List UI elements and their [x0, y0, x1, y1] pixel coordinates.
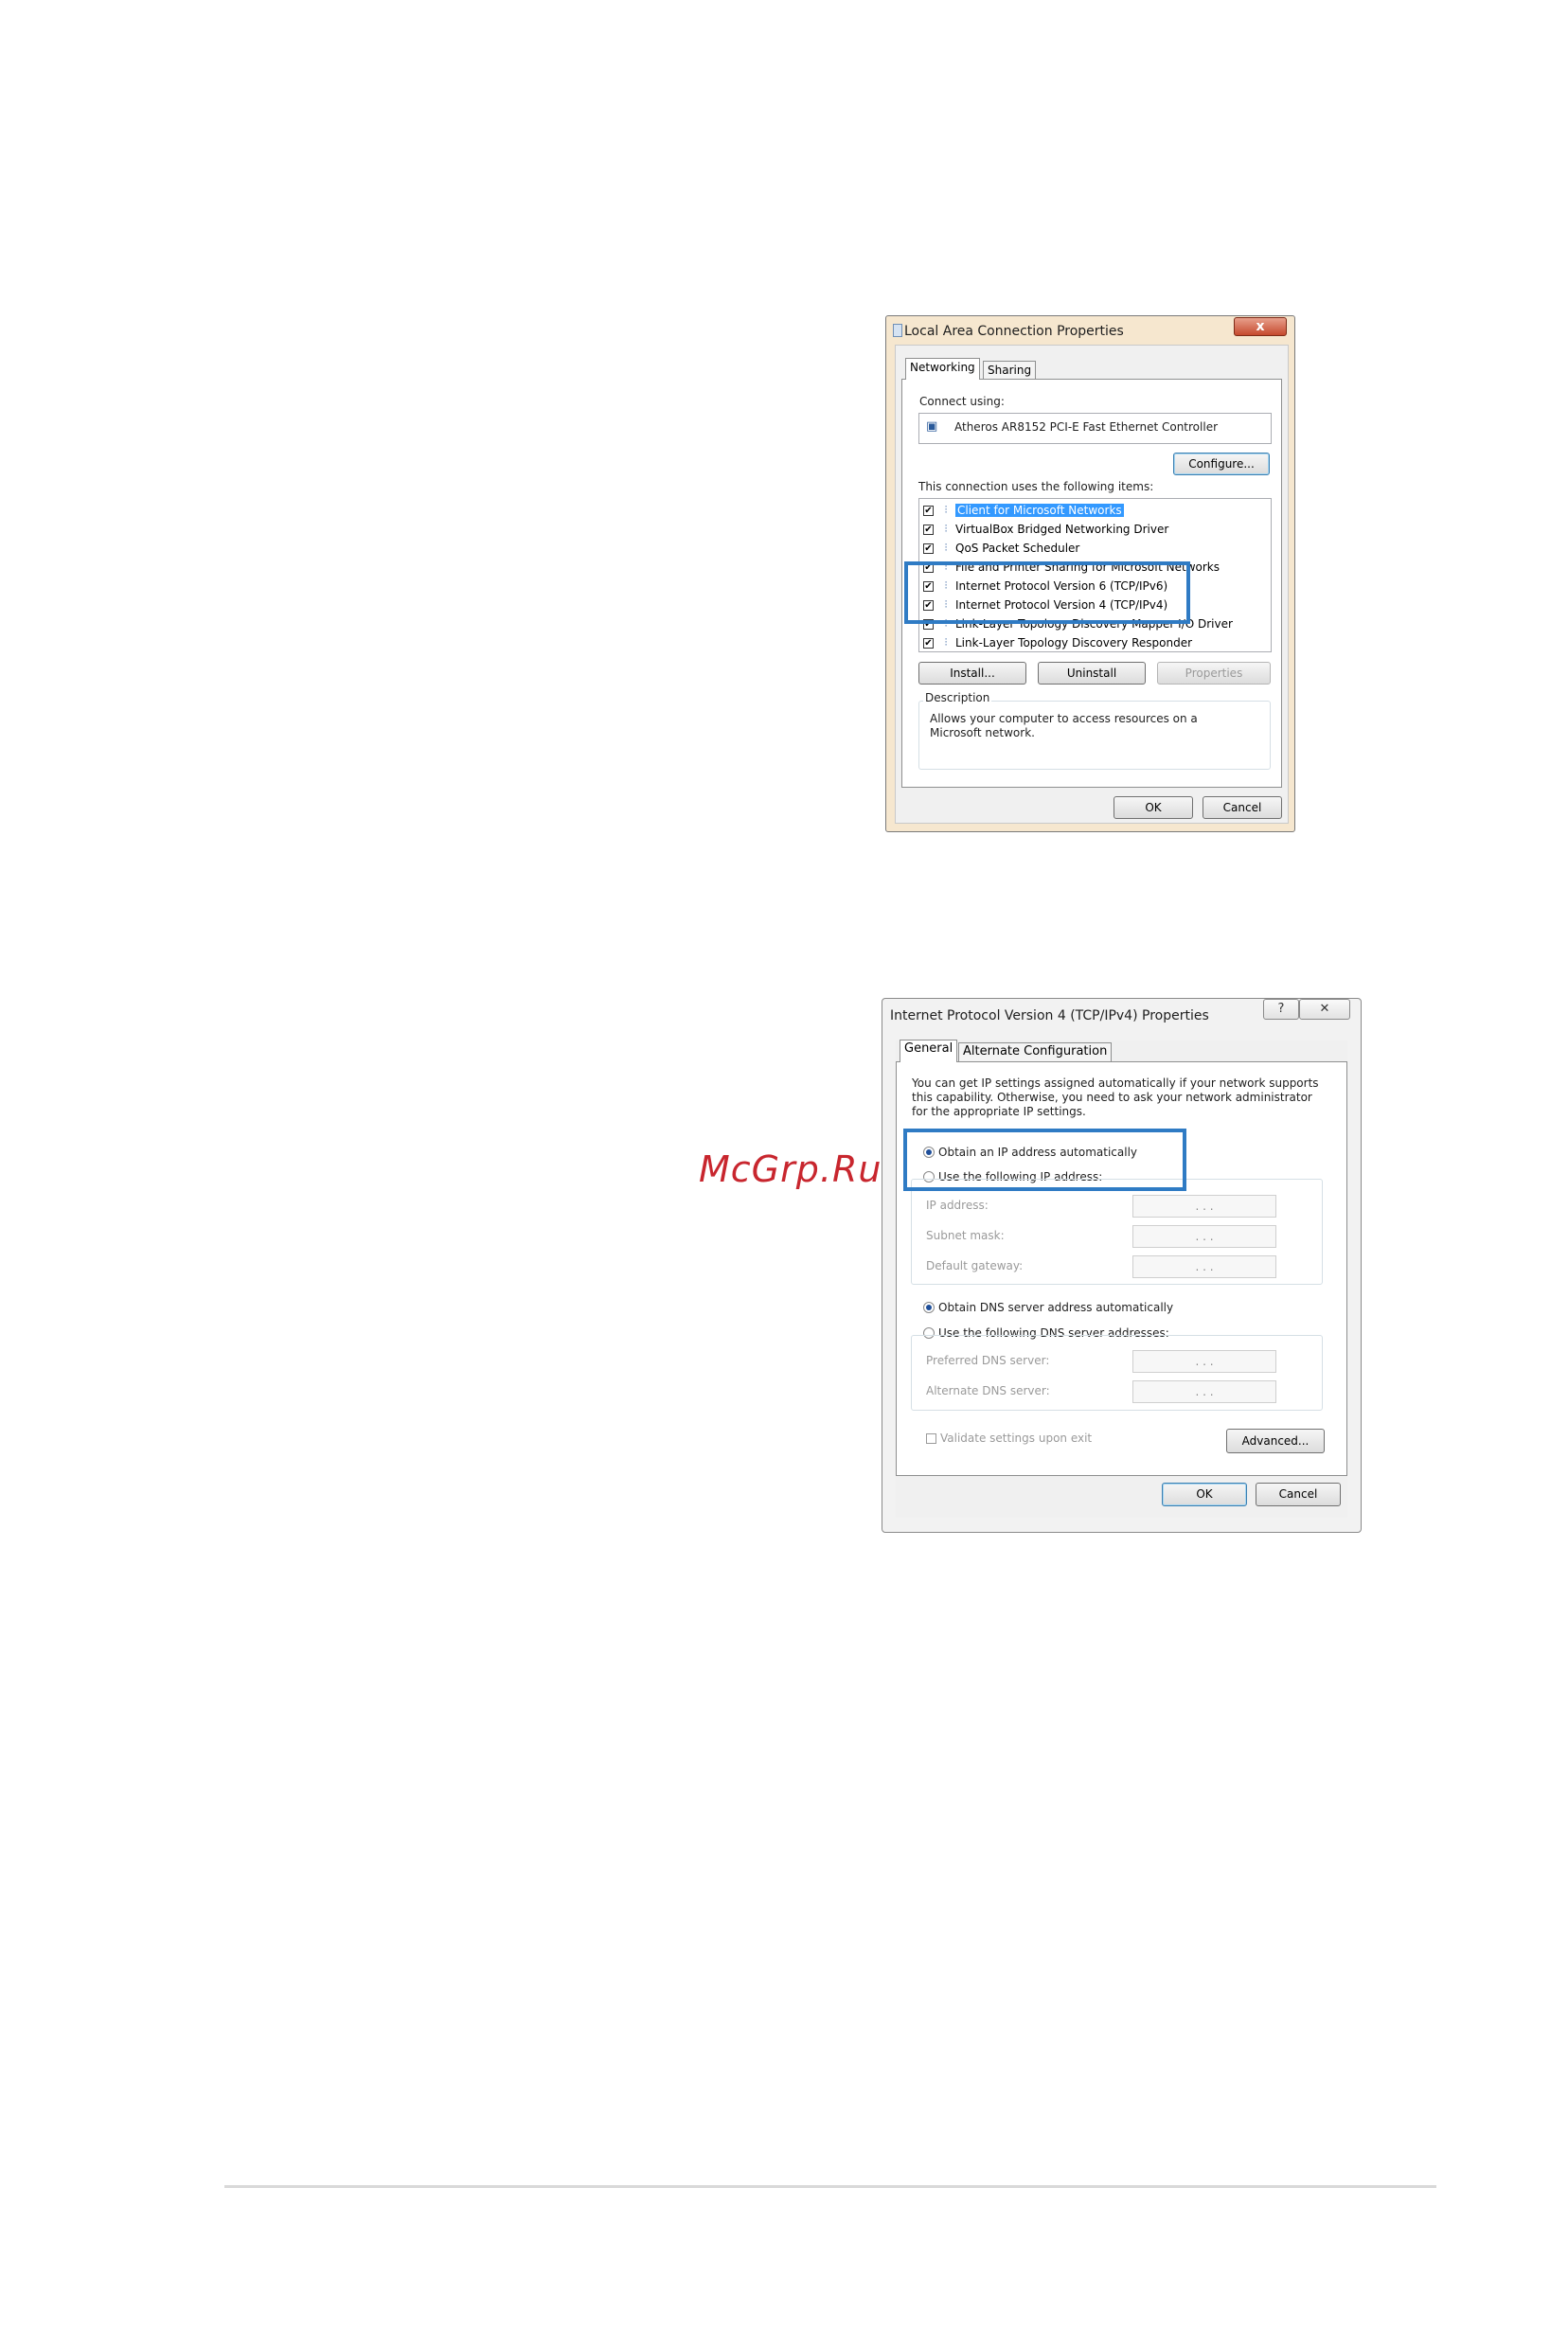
adapter-name: Atheros AR8152 PCI-E Fast Ethernet Contr… [954, 420, 1219, 434]
dialog1-close-button[interactable]: x [1234, 317, 1287, 336]
ipv4-highlight-box [904, 561, 1190, 624]
dialog1-title: Local Area Connection Properties [904, 324, 1124, 339]
network-component-icon: ⫶ [944, 504, 948, 516]
list-item[interactable]: ✔ ⫶ QoS Packet Scheduler [919, 539, 1079, 558]
network-component-icon: ⫶ [944, 636, 948, 649]
dialog1-cancel-button[interactable]: Cancel [1203, 796, 1282, 819]
list-item[interactable]: ✔ ⫶ Client for Microsoft Networks [919, 501, 1124, 520]
tab-sharing[interactable]: Sharing [983, 361, 1037, 380]
item-label: Link-Layer Topology Discovery Responder [955, 636, 1193, 649]
network-adapter-icon: ▣ [926, 419, 938, 434]
intro-text: You can get IP settings assigned automat… [912, 1076, 1319, 1118]
footer-rule [224, 2185, 1436, 2188]
item-label: Client for Microsoft Networks [955, 504, 1124, 517]
alternate-dns-label: Alternate DNS server: [926, 1384, 1050, 1397]
item-checkbox[interactable]: ✔ [923, 505, 934, 516]
items-label: This connection uses the following items… [918, 480, 1154, 493]
auto-dns-option[interactable]: Obtain DNS server address automatically [923, 1301, 1173, 1314]
help-icon: ? [1277, 1002, 1285, 1016]
watermark: McGrp.Ru [699, 1148, 882, 1190]
auto-dns-radio[interactable] [923, 1302, 935, 1313]
default-gateway-input[interactable]: . . . [1132, 1255, 1276, 1278]
adapter-field: ▣ Atheros AR8152 PCI-E Fast Ethernet Con… [918, 413, 1272, 444]
ip-address-input[interactable]: . . . [1132, 1195, 1276, 1218]
auto-dns-label: Obtain DNS server address automatically [938, 1301, 1174, 1314]
description-text: Allows your computer to access resources… [930, 712, 1198, 739]
subnet-mask-input[interactable]: . . . [1132, 1225, 1276, 1248]
list-item[interactable]: ✔ ⫶ Link-Layer Topology Discovery Responde… [919, 633, 1193, 651]
item-checkbox[interactable]: ✔ [923, 542, 934, 554]
uninstall-button[interactable]: Uninstall [1038, 662, 1146, 685]
advanced-button[interactable]: Advanced... [1226, 1429, 1325, 1453]
ip-address-label: IP address: [926, 1199, 989, 1212]
dialog1-ok-button[interactable]: OK [1114, 796, 1193, 819]
connect-using-label: Connect using: [919, 395, 1005, 408]
item-checkbox[interactable]: ✔ [923, 637, 934, 649]
help-button[interactable]: ? [1263, 999, 1299, 1020]
network-component-icon: ⫶ [944, 523, 948, 535]
auto-ip-highlight-box [903, 1129, 1186, 1191]
close-icon: ✕ [1319, 1002, 1330, 1016]
tab-alternate-configuration[interactable]: Alternate Configuration [958, 1042, 1113, 1062]
default-gateway-label: Default gateway: [926, 1259, 1024, 1272]
item-label: QoS Packet Scheduler [955, 542, 1080, 555]
subnet-mask-label: Subnet mask: [926, 1229, 1005, 1242]
item-label: VirtualBox Bridged Networking Driver [955, 523, 1169, 536]
network-component-icon: ⫶ [944, 542, 948, 554]
dialog2-title: Internet Protocol Version 4 (TCP/IPv4) P… [890, 1008, 1209, 1023]
validate-option[interactable]: Validate settings upon exit [926, 1432, 1092, 1445]
dialog2-ok-button[interactable]: OK [1162, 1483, 1247, 1506]
properties-button[interactable]: Properties [1157, 662, 1271, 685]
list-item[interactable]: ✔ ⫶ VirtualBox Bridged Networking Driver [919, 520, 1168, 539]
install-button[interactable]: Install... [918, 662, 1026, 685]
description-label: Description [923, 691, 992, 704]
network-connection-icon [893, 324, 902, 337]
configure-button[interactable]: Configure... [1173, 453, 1270, 475]
dialog2-close-button[interactable]: ✕ [1299, 999, 1350, 1020]
item-checkbox[interactable]: ✔ [923, 524, 934, 535]
validate-label: Validate settings upon exit [940, 1432, 1093, 1445]
tab-general[interactable]: General [900, 1040, 958, 1062]
dialog2-cancel-button[interactable]: Cancel [1256, 1483, 1341, 1506]
preferred-dns-input[interactable]: . . . [1132, 1350, 1276, 1373]
tab-networking[interactable]: Networking [905, 358, 980, 380]
preferred-dns-label: Preferred DNS server: [926, 1354, 1050, 1367]
validate-checkbox[interactable] [926, 1432, 936, 1444]
alternate-dns-input[interactable]: . . . [1132, 1380, 1276, 1403]
